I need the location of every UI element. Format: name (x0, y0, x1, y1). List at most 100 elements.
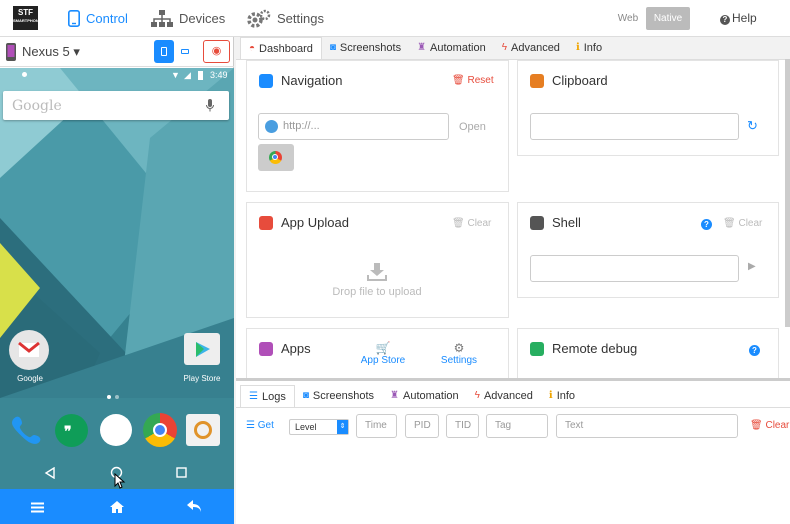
dock-phone-icon[interactable] (10, 413, 44, 447)
sitemap-icon (151, 9, 173, 27)
upload-clear-button[interactable]: 🗑 Clear (452, 218, 491, 229)
tab-bottom-info[interactable]: ℹ Info (541, 385, 583, 407)
portrait-button[interactable] (154, 40, 174, 63)
tab-bottom-advanced[interactable]: ϟ Advanced (467, 385, 541, 407)
trash-icon: 🗑 (452, 218, 465, 229)
tab-bottom-screenshots[interactable]: ◙ Screenshots (295, 385, 382, 407)
tab-dashboard[interactable]: ◓ Dashboard (240, 37, 322, 59)
camera-icon: ◙ (329, 42, 336, 53)
recents-nav-icon[interactable] (176, 467, 187, 478)
dashboard-content: Navigation 🗑 Reset http://... Open Clipb… (236, 59, 790, 388)
open-button[interactable]: Open (459, 121, 486, 133)
dock-chrome-icon[interactable] (143, 413, 177, 447)
compass-icon (259, 73, 273, 88)
logs-toolbar: ☰ Get Level ⇕ Time PID TID Tag Text 🗑 Cl… (236, 407, 790, 447)
dock-camera-icon[interactable] (186, 414, 220, 446)
reset-button[interactable]: 🗑 Reset (452, 75, 494, 86)
shell-panel: Shell ? 🗑 Clear ▶ (517, 202, 779, 298)
app-label-google: Google (17, 374, 43, 383)
device-screen[interactable]: ▼ ◢ 3:49 Google Google Play Store ❞ (0, 68, 234, 489)
tab-advanced[interactable]: ϟ Advanced (494, 37, 568, 59)
device-bottom-bar (0, 489, 234, 524)
tag-filter-input[interactable]: Tag (486, 414, 548, 438)
mouse-cursor-icon (114, 473, 126, 489)
pid-filter-input[interactable]: PID (405, 414, 439, 438)
clipboard-panel: Clipboard ↻ (517, 60, 779, 156)
dashboard-tabs: ◓ Dashboard ◙ Screenshots ♜ Automation ϟ Adv… (240, 37, 610, 59)
dashboard-area: ◓ Dashboard ◙ Screenshots ♜ Automation ϟ Adv… (236, 37, 790, 388)
dock-hangouts-icon[interactable]: ❞ (55, 414, 88, 447)
landscape-button[interactable] (176, 40, 196, 63)
drop-zone[interactable]: Drop file to upload (307, 263, 447, 303)
navigation-title: Navigation (281, 73, 343, 88)
list-icon: ☰ (246, 420, 255, 431)
terminal-icon (530, 215, 544, 230)
wifi-icon: ▼ (171, 70, 180, 80)
play-store-icon[interactable] (184, 333, 220, 365)
flask-icon: ♜ (390, 390, 399, 401)
clipboard-input[interactable] (530, 113, 739, 140)
google-search-bar[interactable]: Google (3, 91, 229, 120)
web-toggle[interactable]: Web (612, 7, 644, 30)
tid-filter-input[interactable]: TID (446, 414, 479, 438)
device-selector[interactable]: Nexus 5 ▾ (22, 44, 80, 60)
help-link[interactable]: ? Help (720, 0, 757, 37)
logs-clear-button[interactable]: 🗑 Clear (750, 420, 789, 431)
run-icon[interactable]: ▶ (748, 261, 756, 272)
tab-screenshots[interactable]: ◙ Screenshots (322, 37, 409, 59)
trash-icon: 🗑 (452, 75, 465, 86)
help-icon: ? (720, 15, 730, 25)
status-time: 3:49 (210, 70, 228, 80)
shell-help-icon[interactable]: ? (701, 219, 712, 230)
toggle-screen-button[interactable]: ◉ (203, 40, 230, 63)
browser-button[interactable] (258, 144, 294, 171)
gmail-app-icon[interactable] (9, 330, 49, 370)
native-toggle[interactable]: Native (646, 7, 690, 30)
nav-devices[interactable]: Devices (151, 0, 225, 37)
globe-icon (265, 120, 278, 133)
back-nav-icon[interactable] (44, 467, 56, 479)
text-filter-input[interactable]: Text (556, 414, 738, 438)
device-pane: Nexus 5 ▾ ◉ ▼ ◢ 3:49 Google Google Play … (0, 37, 234, 524)
stf-logo[interactable]: STF SMARTPHONE (13, 6, 41, 30)
dock-app-drawer-icon[interactable] (100, 414, 132, 446)
tab-info[interactable]: ℹ Info (568, 37, 610, 59)
flask-icon: ♜ (417, 42, 427, 53)
refresh-icon[interactable]: ↻ (747, 118, 758, 134)
download-icon (367, 263, 387, 281)
phone-icon (68, 10, 80, 27)
gear-icon: ⚙ (453, 341, 465, 355)
clipboard-title: Clipboard (552, 73, 608, 88)
tab-logs[interactable]: ☰ Logs (240, 385, 295, 407)
select-arrows-icon: ⇕ (337, 420, 348, 434)
app-store-button[interactable]: 🛒 App Store (359, 341, 407, 366)
back-icon[interactable] (187, 500, 202, 513)
get-logs-button[interactable]: ☰ Get (246, 420, 274, 431)
device-settings-button[interactable]: ⚙ Settings (437, 341, 481, 366)
scrollbar[interactable] (785, 59, 790, 327)
apps-icon (259, 341, 273, 356)
bug-icon (530, 341, 544, 356)
nav-control[interactable]: Control (68, 0, 128, 37)
remote-debug-title: Remote debug (552, 341, 638, 356)
signal-icon: ◢ (184, 70, 191, 80)
google-search-placeholder: Google (12, 98, 62, 114)
nav-settings[interactable]: Settings (246, 0, 324, 37)
home-icon[interactable] (110, 501, 124, 513)
remote-debug-help-icon[interactable]: ? (749, 345, 760, 356)
app-upload-title: App Upload (281, 215, 349, 230)
tab-bottom-automation[interactable]: ♜ Automation (382, 385, 467, 407)
shell-input[interactable] (530, 255, 739, 282)
upload-icon (259, 215, 273, 230)
menu-icon[interactable] (31, 502, 44, 513)
time-filter-input[interactable]: Time (356, 414, 397, 438)
level-select[interactable]: Level ⇕ (289, 419, 349, 435)
gears-icon (247, 9, 271, 28)
shell-clear-button[interactable]: 🗑 Clear (723, 218, 762, 229)
clipboard-icon (530, 73, 544, 88)
bolt-icon: ϟ (474, 390, 480, 401)
mic-icon[interactable] (206, 99, 214, 112)
url-input[interactable]: http://... (258, 113, 449, 140)
logs-area: ☰ Logs ◙ Screenshots ♜ Automation ϟ Advanced… (236, 378, 790, 524)
tab-automation[interactable]: ♜ Automation (409, 37, 494, 59)
